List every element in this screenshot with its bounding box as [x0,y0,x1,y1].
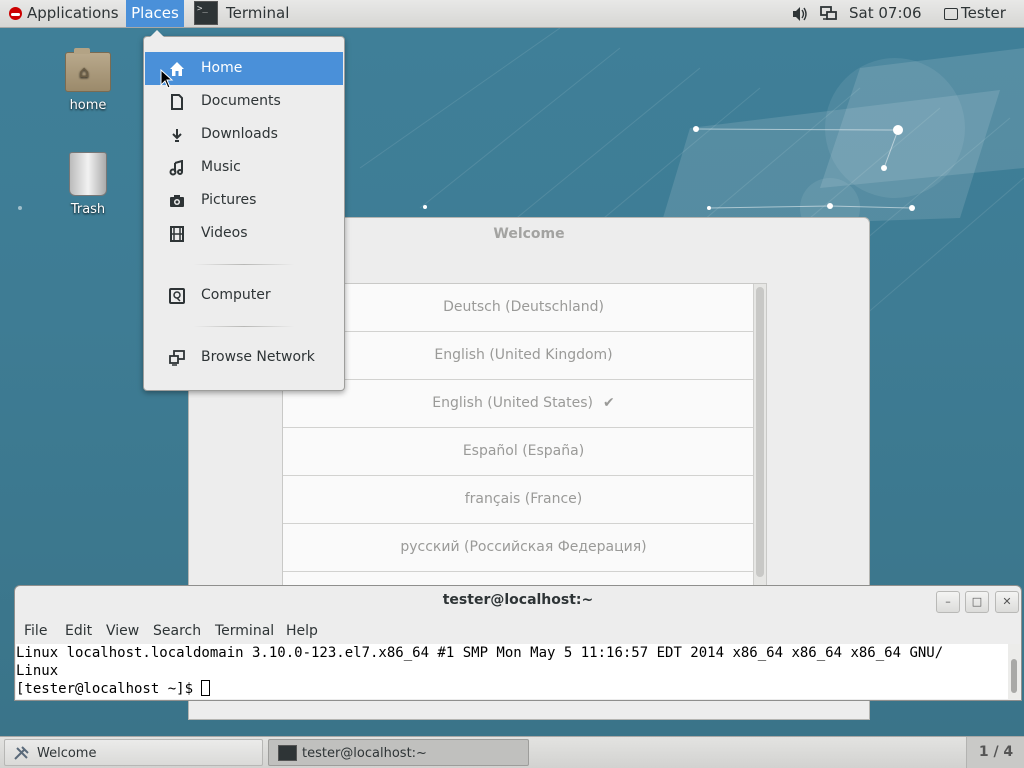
app-menu-label: Terminal [226,4,290,22]
mouse-pointer-icon [160,69,174,89]
taskbar-item-welcome[interactable]: Welcome [4,739,263,766]
menu-file[interactable]: File [24,623,47,639]
language-label: русский (Российская Федерация) [400,539,647,555]
language-row[interactable]: Español (España) [283,428,764,476]
film-icon [170,226,184,242]
language-list[interactable]: Deutsch (Deutschland) English (United Ki… [282,283,767,595]
places-item-label: Browse Network [201,349,315,365]
terminal-window[interactable]: tester@localhost:~ – □ ✕ File Edit View … [14,585,1022,701]
taskbar-item-label: tester@localhost:~ [302,746,427,761]
camera-icon [170,195,184,207]
terminal-prompt: [tester@localhost ~]$ [16,681,202,697]
menu-view[interactable]: View [106,623,139,639]
app-menu-terminal[interactable]: Terminal [192,0,289,27]
checkmark-icon: ✔ [603,395,615,411]
terminal-scrollbar[interactable] [1008,644,1020,699]
menu-separator [194,264,294,265]
maximize-button[interactable]: □ [965,591,989,613]
window-title: tester@localhost:~ [442,592,594,608]
places-item-documents[interactable]: Documents [145,85,343,118]
close-button[interactable]: ✕ [995,591,1019,613]
redhat-logo-icon [9,7,22,20]
language-label: English (United States) [432,395,593,411]
places-item-label: Music [201,159,241,175]
taskbar-item-terminal[interactable]: tester@localhost:~ [268,739,529,766]
places-item-computer[interactable]: Computer [145,279,343,312]
menu-separator [194,326,294,327]
language-label: Español (España) [462,443,585,459]
user-status-icon [944,8,958,20]
top-panel: Applications Places Terminal Sat 07:06 T… [0,0,1024,28]
terminal-icon [194,0,218,25]
workspace-switcher[interactable]: 1 / 4 [966,737,1024,768]
language-row[interactable]: Deutsch (Deutschland) [283,284,764,332]
places-item-downloads[interactable]: Downloads [145,118,343,151]
menu-search[interactable]: Search [153,623,201,639]
document-icon [171,94,183,110]
home-folder-icon: ⌂ [65,48,111,92]
terminal-line: Linux [16,663,59,679]
language-row[interactable]: русский (Российская Федерация) [283,524,764,572]
desktop-icon-label: home [69,98,107,113]
language-row[interactable]: français (France) [283,476,764,524]
language-label: English (United Kingdom) [434,347,613,363]
menu-edit[interactable]: Edit [65,623,92,639]
places-item-browse-network[interactable]: Browse Network [145,341,343,374]
places-item-pictures[interactable]: Pictures [145,184,343,217]
places-label: Places [131,4,179,22]
menu-help[interactable]: Help [286,623,318,639]
applications-label: Applications [27,4,119,22]
bottom-panel: Welcome tester@localhost:~ 1 / 4 [0,736,1024,768]
places-item-label: Documents [201,93,281,109]
text-cursor [201,680,211,696]
applications-menu[interactable]: Applications [4,0,119,27]
places-item-home[interactable]: Home [145,52,343,85]
terminal-menubar: File Edit View Search Terminal Help [15,620,1021,644]
minimize-button[interactable]: – [936,591,960,613]
computer-icon [169,288,185,304]
places-item-label: Home [201,60,243,76]
language-label: Deutsch (Deutschland) [443,299,604,315]
desktop-icon-label: Trash [70,202,106,217]
network-status-icon[interactable] [820,0,840,27]
language-row[interactable]: English (United Kingdom) [283,332,764,380]
trash-icon [69,152,107,196]
language-list-scrollbar[interactable] [753,284,766,594]
terminal-icon [278,745,297,761]
terminal-line: Linux localhost.localdomain 3.10.0-123.e… [16,645,944,661]
places-menu[interactable]: Places [126,0,184,27]
user-name: Tester [961,4,1006,22]
language-row-selected[interactable]: English (United States) ✔ [283,380,764,428]
places-item-music[interactable]: Music [145,151,343,184]
music-icon [169,160,183,176]
user-menu[interactable]: Tester [944,0,1006,27]
menu-terminal[interactable]: Terminal [215,623,274,639]
places-item-label: Downloads [201,126,278,142]
places-item-label: Videos [201,225,248,241]
desktop-home-icon[interactable]: ⌂ home [48,48,128,113]
terminal-output[interactable]: Linux localhost.localdomain 3.10.0-123.e… [16,644,1009,699]
clock[interactable]: Sat 07:06 [849,0,922,27]
places-item-label: Computer [201,287,271,303]
network-icon [169,350,185,366]
tools-icon [14,746,29,760]
language-label: français (France) [464,491,583,507]
places-item-label: Pictures [201,192,257,208]
terminal-prompt-line: [tester@localhost ~]$ [16,680,1009,698]
desktop-trash-icon[interactable]: Trash [48,150,128,217]
volume-icon[interactable] [792,0,810,27]
places-item-videos[interactable]: Videos [145,217,343,250]
taskbar-item-label: Welcome [37,746,97,761]
places-dropdown-menu: Home Documents Downloads Music Pictures … [143,30,345,391]
download-icon [172,129,182,142]
